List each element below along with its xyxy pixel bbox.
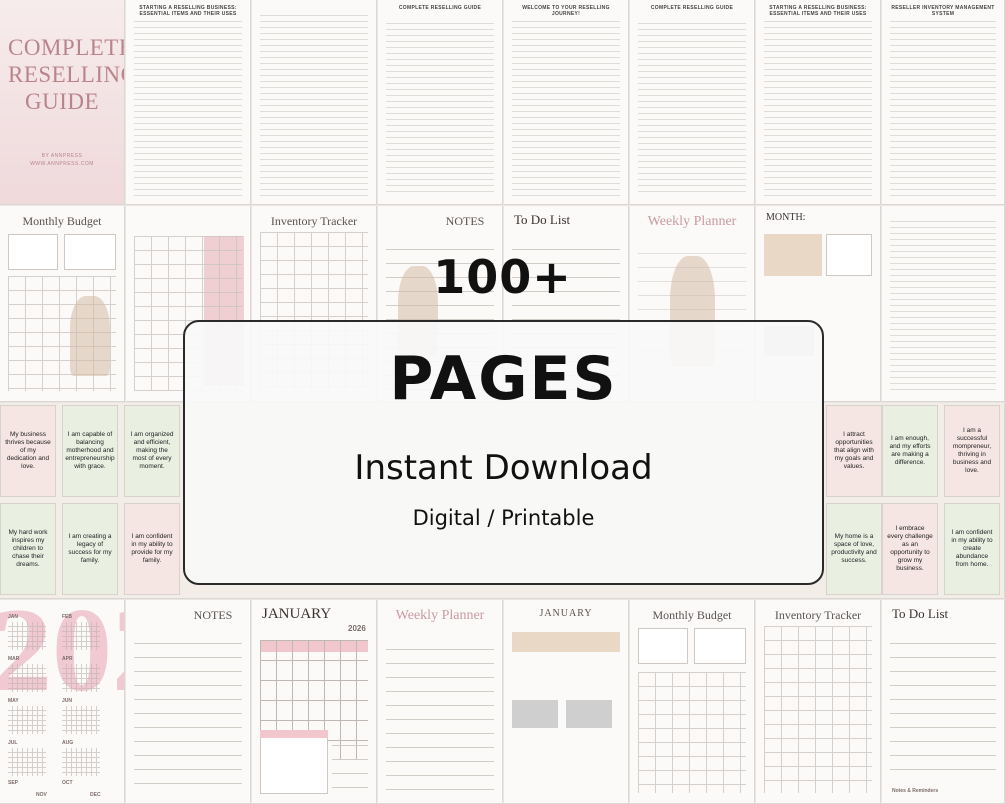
calendar-month-label: APR bbox=[62, 656, 73, 662]
affirmation-card: I embrace every challenge as an opportun… bbox=[882, 503, 938, 595]
doc-header: COMPLETE RESELLING GUIDE bbox=[650, 5, 734, 11]
monthly-budget-page-2: Monthly Budget bbox=[630, 600, 755, 804]
page-title: JANUARY bbox=[539, 608, 593, 619]
year-calendar-page: 2026 JAN FEB MAR APR MAY JUN JUL AUG SEP… bbox=[0, 600, 125, 804]
notes-page-2: NOTES bbox=[126, 600, 251, 804]
page-title: NOTES bbox=[193, 608, 233, 622]
format-label: Digital / Printable bbox=[412, 506, 595, 530]
january-calendar-page: JANUARY 2026 bbox=[252, 600, 377, 804]
guide-page-welcome: WELCOME TO YOUR RESELLING JOURNEY! bbox=[504, 0, 629, 205]
calendar-month-label: OCT bbox=[62, 780, 73, 786]
calendar-month-label: MAR bbox=[8, 656, 20, 662]
calendar-month-label: AUG bbox=[62, 740, 74, 746]
affirmation-card: I am organized and efficient, making the… bbox=[124, 405, 180, 497]
page-title: Inventory Tracker bbox=[774, 608, 862, 622]
calendar-month-label: SEP bbox=[8, 780, 19, 786]
affirmation-card: I am capable of balancing motherhood and… bbox=[62, 405, 118, 497]
doc-header: COMPLETE RESELLING GUIDE bbox=[398, 5, 482, 11]
calendar-year: 2026 bbox=[348, 624, 366, 633]
affirmation-card: My business thrives because of my dedica… bbox=[0, 405, 56, 497]
cover-author: BY ANNPRESS bbox=[41, 153, 83, 159]
pages-headline: PAGES bbox=[389, 344, 618, 414]
guide-page-inventory-2 bbox=[882, 206, 1005, 402]
january-month-page: JANUARY bbox=[504, 600, 629, 804]
page-title: Inventory Tracker bbox=[270, 214, 358, 228]
page-title: Monthly Budget bbox=[22, 214, 102, 228]
affirmation-card: I am creating a legacy of success for my… bbox=[62, 503, 118, 595]
page-title: To Do List bbox=[514, 212, 571, 227]
affirmation-card: I attract opportunities that align with … bbox=[826, 405, 882, 497]
cover-page: COMPLETE RESELLING GUIDE BY ANNPRESS WWW… bbox=[0, 0, 125, 205]
inventory-tracker-page-2: Inventory Tracker bbox=[756, 600, 881, 804]
page-title: Weekly Planner bbox=[395, 608, 485, 623]
notes-footer: Notes & Reminders bbox=[892, 788, 939, 794]
guide-page-inventory: RESELLER INVENTORY MANAGEMENT SYSTEM bbox=[882, 0, 1005, 205]
page-title: MONTH: bbox=[766, 212, 806, 223]
cover-byline: BY ANNPRESS WWW.ANNPRESS.COM bbox=[0, 152, 124, 168]
affirmation-card: I am confident in my ability to create a… bbox=[944, 503, 1000, 595]
calendar-month-label: JUL bbox=[8, 740, 18, 746]
info-overlay-panel: PAGES Instant Download Digital / Printab… bbox=[183, 320, 824, 585]
guide-page-starting-2: STARTING A RESELLING BUSINESS: ESSENTIAL… bbox=[756, 0, 881, 205]
affirmation-card: I am a successful mompreneur, thriving i… bbox=[944, 405, 1000, 497]
calendar-month-label: MAY bbox=[8, 698, 19, 704]
instant-download-label: Instant Download bbox=[354, 448, 653, 488]
monthly-budget-page: Monthly Budget bbox=[0, 206, 125, 402]
calendar-month-label: JAN bbox=[8, 614, 19, 620]
page-title: Monthly Budget bbox=[652, 608, 732, 622]
guide-page-complete-2: COMPLETE RESELLING GUIDE bbox=[630, 0, 755, 205]
affirmation-card: My home is a space of love, productivity… bbox=[826, 503, 882, 595]
cover-title: COMPLETE RESELLING GUIDE bbox=[8, 35, 125, 114]
calendar-month-label: NOV bbox=[36, 792, 47, 798]
affirmation-card: My hard work inspires my children to cha… bbox=[0, 503, 56, 595]
page-count-headline: 100+ bbox=[433, 250, 572, 304]
guide-page-starting: STARTING A RESELLING BUSINESS: ESSENTIAL… bbox=[126, 0, 251, 205]
cover-website: WWW.ANNPRESS.COM bbox=[30, 161, 94, 167]
calendar-month-label: FEB bbox=[62, 614, 72, 620]
page-title: To Do List bbox=[892, 606, 949, 621]
page-title: JANUARY bbox=[262, 606, 332, 622]
calendar-month-label: JUN bbox=[62, 698, 73, 704]
affirmation-card: I am confident in my ability to provide … bbox=[124, 503, 180, 595]
todo-page-2: To Do List Notes & Reminders bbox=[882, 600, 1005, 804]
page-title: NOTES bbox=[445, 214, 485, 228]
guide-page-text bbox=[252, 0, 377, 205]
page-title: Weekly Planner bbox=[647, 214, 737, 229]
affirmation-card: I am enough, and my efforts are making a… bbox=[882, 405, 938, 497]
calendar-month-label: DEC bbox=[90, 792, 101, 798]
weekly-planner-page-2: Weekly Planner bbox=[378, 600, 503, 804]
guide-page-complete: COMPLETE RESELLING GUIDE bbox=[378, 0, 503, 205]
